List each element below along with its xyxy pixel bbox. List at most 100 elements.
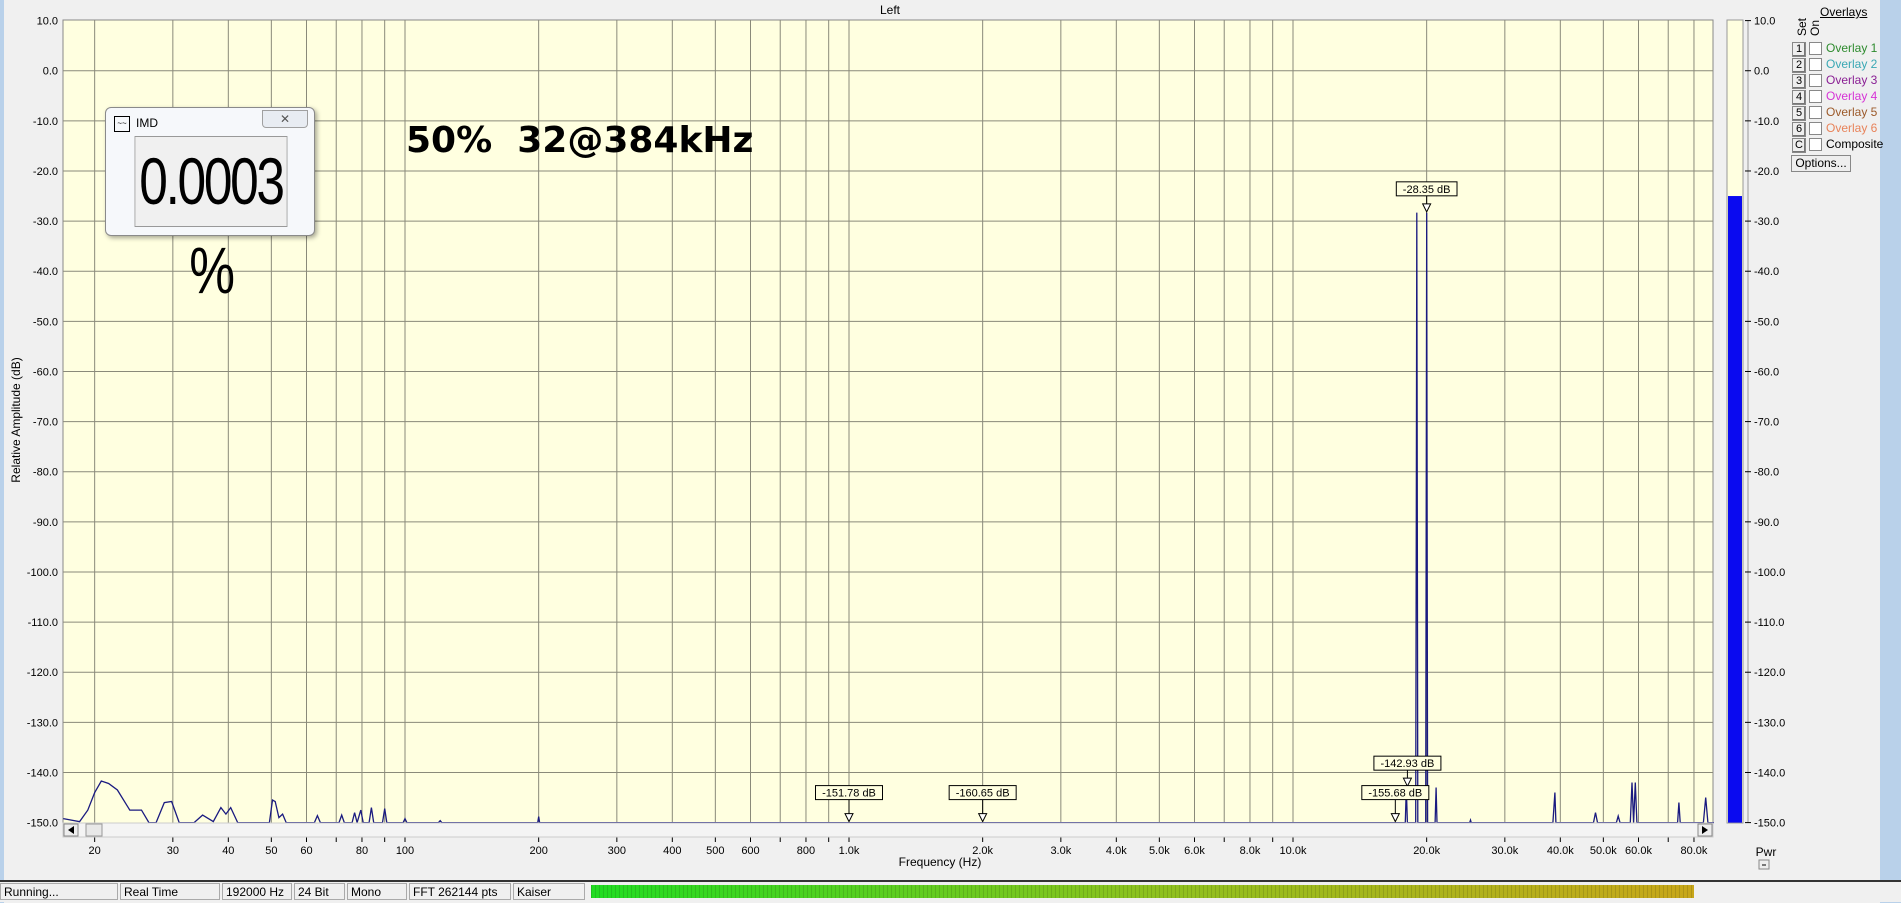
- x-tick-label: 60.0k: [1625, 845, 1652, 857]
- imd-title: IMD: [136, 116, 158, 130]
- x-tick-label: 8.0k: [1240, 845, 1261, 857]
- overlay-checkbox[interactable]: [1809, 122, 1822, 135]
- overlay-label: Overlay 1: [1826, 41, 1878, 55]
- y-tick-label: -110.0: [28, 617, 58, 629]
- x-tick-label: 80.0k: [1681, 845, 1708, 857]
- overlay-checkbox[interactable]: [1809, 74, 1822, 87]
- marker-label: -151.78 dB: [822, 788, 876, 800]
- x-tick-label: 40.0k: [1547, 845, 1574, 857]
- close-icon: ✕: [279, 112, 291, 126]
- x-tick-label: 4.0k: [1106, 845, 1127, 857]
- overlay-label: Overlay 4: [1826, 89, 1878, 103]
- status-bar: Running... Real Time 192000 Hz 24 Bit Mo…: [0, 880, 1901, 902]
- y-tick-label: -120.0: [27, 667, 58, 679]
- right-tick-label: 10.0: [1754, 16, 1775, 28]
- overlay-set-button[interactable]: 4: [1792, 90, 1806, 105]
- y-tick-label: -40.0: [33, 266, 58, 278]
- x-tick-label: 50.0k: [1590, 845, 1617, 857]
- y-tick-label: 10.0: [37, 16, 58, 28]
- right-tick-label: -50.0: [1754, 316, 1779, 328]
- imd-window[interactable]: ~~ IMD ✕ 0.0003 %: [105, 107, 315, 307]
- overlay-checkbox[interactable]: [1809, 42, 1822, 55]
- x-tick-label: 3.0k: [1050, 845, 1071, 857]
- status-mode[interactable]: Real Time: [120, 883, 220, 900]
- y-axis-label: Relative Amplitude (dB): [9, 357, 23, 482]
- level-meter-fill: [1728, 196, 1742, 823]
- x-tick-label: 20.0k: [1413, 845, 1440, 857]
- y-tick-label: -60.0: [33, 366, 58, 378]
- overlay-set-button[interactable]: 2: [1792, 58, 1806, 73]
- status-channels[interactable]: Mono: [347, 883, 407, 900]
- overlay-checkbox[interactable]: [1809, 90, 1822, 103]
- set-column-label: Set: [1795, 17, 1809, 36]
- overlay-label: Overlay 3: [1826, 73, 1878, 87]
- y-tick-label: 0.0: [43, 66, 58, 78]
- x-tick-label: 5.0k: [1149, 845, 1170, 857]
- overlay-label: Overlay 2: [1826, 57, 1878, 71]
- x-tick-label: 10.0k: [1280, 845, 1307, 857]
- x-tick-label: 30.0k: [1491, 845, 1518, 857]
- x-tick-label: 20: [89, 845, 101, 857]
- overlay-set-button[interactable]: 3: [1792, 74, 1806, 89]
- x-tick-label: 30: [167, 845, 179, 857]
- x-tick-label: 100: [396, 845, 414, 857]
- status-bits[interactable]: 24 Bit: [294, 883, 345, 900]
- right-tick-label: -90.0: [1754, 517, 1779, 529]
- x-tick-label: 200: [529, 845, 547, 857]
- status-window[interactable]: Kaiser: [513, 883, 585, 900]
- status-fft[interactable]: FFT 262144 pts: [409, 883, 511, 900]
- options-button[interactable]: Options...: [1791, 155, 1851, 172]
- y-tick-label: -90.0: [33, 517, 58, 529]
- overlay-set-button[interactable]: 1: [1792, 42, 1806, 57]
- close-button[interactable]: ✕: [262, 110, 308, 128]
- horizontal-scrollbar[interactable]: [62, 822, 1714, 838]
- overlay-checkbox[interactable]: [1809, 106, 1822, 119]
- status-state: Running...: [0, 883, 118, 900]
- y-tick-label: -80.0: [33, 467, 58, 479]
- y-tick-label: -50.0: [33, 316, 58, 328]
- overlay-set-button[interactable]: 5: [1792, 106, 1806, 121]
- scroll-thumb[interactable]: [85, 823, 103, 837]
- right-tick-label: -10.0: [1754, 116, 1779, 128]
- status-sample-rate[interactable]: 192000 Hz: [222, 883, 292, 900]
- y-tick-label: -10.0: [33, 116, 58, 128]
- overlay-set-button[interactable]: 6: [1792, 122, 1806, 137]
- x-axis-label: Frequency (Hz): [899, 855, 982, 869]
- marker-label: -142.93 dB: [1380, 758, 1434, 770]
- x-tick-label: 300: [608, 845, 626, 857]
- waveform-icon: ~~: [114, 116, 130, 132]
- x-tick-label: 400: [663, 845, 681, 857]
- marker-label: -160.65 dB: [956, 788, 1010, 800]
- right-tick-label: -100.0: [1754, 567, 1785, 579]
- overlays-header: Overlays: [1820, 5, 1868, 19]
- input-level-meter: [591, 885, 1694, 898]
- right-tick-label: -150.0: [1754, 818, 1785, 830]
- chart-title: Left: [880, 3, 901, 17]
- right-tick-label: -80.0: [1754, 467, 1779, 479]
- x-tick-label: 50: [265, 845, 277, 857]
- right-tick-label: -70.0: [1754, 417, 1779, 429]
- right-tick-label: 0.0: [1754, 66, 1769, 78]
- marker-label: -28.35 dB: [1403, 184, 1451, 196]
- overlay-checkbox[interactable]: [1809, 58, 1822, 71]
- right-tick-label: -120.0: [1754, 667, 1785, 679]
- x-tick-label: 800: [797, 845, 815, 857]
- right-tick-label: -110.0: [1754, 617, 1784, 629]
- overlay-set-button[interactable]: C: [1792, 138, 1806, 153]
- overlay-label: Overlay 6: [1826, 121, 1878, 135]
- x-tick-label: 40: [222, 845, 234, 857]
- annotation-text: 50% 32@384kHz: [406, 120, 754, 161]
- imd-value: 0.0003 %: [134, 136, 288, 307]
- right-tick-label: -140.0: [1754, 767, 1785, 779]
- x-tick-label: 6.0k: [1184, 845, 1205, 857]
- right-tick-label: -30.0: [1754, 216, 1779, 228]
- overlay-checkbox[interactable]: [1809, 138, 1822, 151]
- power-label: Pwr: [1756, 845, 1777, 859]
- y-tick-label: -100.0: [27, 567, 58, 579]
- y-tick-label: -70.0: [33, 417, 58, 429]
- overlay-label: Overlay 5: [1826, 105, 1878, 119]
- x-tick-label: 80: [356, 845, 368, 857]
- x-tick-label: 60: [300, 845, 312, 857]
- y-tick-label: -150.0: [27, 818, 58, 830]
- y-tick-label: -130.0: [27, 717, 58, 729]
